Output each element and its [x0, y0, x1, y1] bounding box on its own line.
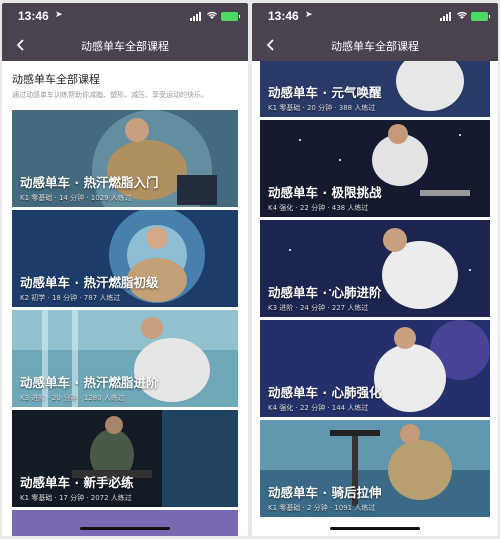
- nav-title: 动感单车全部课程: [81, 40, 169, 53]
- nav-bar: 动感单车全部课程: [252, 29, 498, 61]
- course-list: 动感单车 · 元气唤醒 K1 零基础 · 20 分钟 · 388 人练过 动感单…: [260, 61, 490, 520]
- course-meta: K1 零基础 · 20 分钟 · 388 人练过: [268, 104, 376, 112]
- battery-icon: [471, 12, 490, 21]
- page-title: 动感单车全部课程: [12, 73, 100, 86]
- signal-icon: [440, 12, 452, 21]
- course-card[interactable]: 动感单车 · 热汗燃脂入门 K1 零基础 · 14 分钟 · 1029 人练过: [12, 110, 238, 207]
- course-card[interactable]: 动感单车 · 元气唤醒 K1 零基础 · 20 分钟 · 388 人练过: [260, 61, 490, 117]
- home-indicator: [80, 527, 170, 530]
- status-bar: 13:46 ➤: [2, 3, 248, 29]
- course-card[interactable]: 动感单车 · 心肺进阶 K3 进阶 · 24 分钟 · 227 人练过: [260, 220, 490, 317]
- status-bar: 13:46 ➤: [252, 3, 498, 29]
- course-meta: K3 进阶 · 20 分钟 · 1280 人练过: [20, 394, 125, 402]
- course-title: 动感单车 · 心肺进阶: [268, 285, 382, 300]
- course-card[interactable]: 动感单车 · 新手必练 K1 零基础 · 17 分钟 · 2072 人练过: [12, 410, 238, 507]
- location-arrow-icon: ➤: [55, 10, 63, 20]
- course-list: 动感单车 · 热汗燃脂入门 K1 零基础 · 14 分钟 · 1029 人练过 …: [12, 110, 238, 536]
- left-phone-screen: 13:46 ➤ 动感单车全部课程 动感单车全部课程 通过动感单车训练帮助你减脂、…: [2, 3, 248, 536]
- status-time: 13:46: [18, 9, 49, 23]
- battery-icon: [221, 12, 240, 21]
- right-phone-screen: 13:46 ➤ 动感单车全部课程 动感单车 · 元气唤醒 K1 零基础 · 20…: [252, 3, 498, 536]
- home-indicator: [330, 527, 420, 530]
- course-title: 动感单车 · 新手必练: [20, 475, 134, 490]
- page-description: 通过动感单车训练帮助你减脂、塑形、减压、享受运动的快乐。: [12, 91, 208, 99]
- course-meta: K1 零基础 · 17 分钟 · 2072 人练过: [20, 494, 132, 502]
- course-cover-image: [12, 510, 238, 536]
- course-card[interactable]: [12, 510, 238, 536]
- course-meta: K3 进阶 · 24 分钟 · 227 人练过: [268, 304, 369, 312]
- course-meta: K4 强化 · 22 分钟 · 438 人练过: [268, 204, 369, 212]
- wifi-icon: [457, 11, 467, 19]
- course-title: 动感单车 · 骑后拉伸: [268, 485, 382, 500]
- course-card[interactable]: 动感单车 · 热汗燃脂进阶 K3 进阶 · 20 分钟 · 1280 人练过: [12, 310, 238, 407]
- location-arrow-icon: ➤: [305, 10, 313, 20]
- course-card[interactable]: 动感单车 · 极限挑战 K4 强化 · 22 分钟 · 438 人练过: [260, 120, 490, 217]
- course-card[interactable]: 动感单车 · 热汗燃脂初级 K2 初学 · 18 分钟 · 787 人练过: [12, 210, 238, 307]
- course-title: 动感单车 · 极限挑战: [268, 185, 382, 200]
- course-title: 动感单车 · 热汗燃脂进阶: [20, 375, 159, 390]
- wifi-icon: [207, 11, 217, 19]
- course-meta: K1 零基础 · 2 分钟 · 1091 人练过: [268, 504, 376, 512]
- course-card[interactable]: 动感单车 · 心肺强化 K4 强化 · 22 分钟 · 144 人练过: [260, 320, 490, 417]
- signal-icon: [190, 12, 202, 21]
- nav-title: 动感单车全部课程: [331, 40, 419, 53]
- course-meta: K4 强化 · 22 分钟 · 144 人练过: [268, 404, 369, 412]
- course-meta: K1 零基础 · 14 分钟 · 1029 人练过: [20, 194, 132, 202]
- status-time: 13:46: [268, 9, 299, 23]
- course-card[interactable]: 动感单车 · 骑后拉伸 K1 零基础 · 2 分钟 · 1091 人练过: [260, 420, 490, 517]
- nav-bar: 动感单车全部课程: [2, 29, 248, 61]
- course-title: 动感单车 · 心肺强化: [268, 385, 382, 400]
- course-title: 动感单车 · 热汗燃脂入门: [20, 175, 159, 190]
- course-title: 动感单车 · 热汗燃脂初级: [20, 275, 159, 290]
- course-title: 动感单车 · 元气唤醒: [268, 85, 382, 100]
- course-meta: K2 初学 · 18 分钟 · 787 人练过: [20, 294, 121, 302]
